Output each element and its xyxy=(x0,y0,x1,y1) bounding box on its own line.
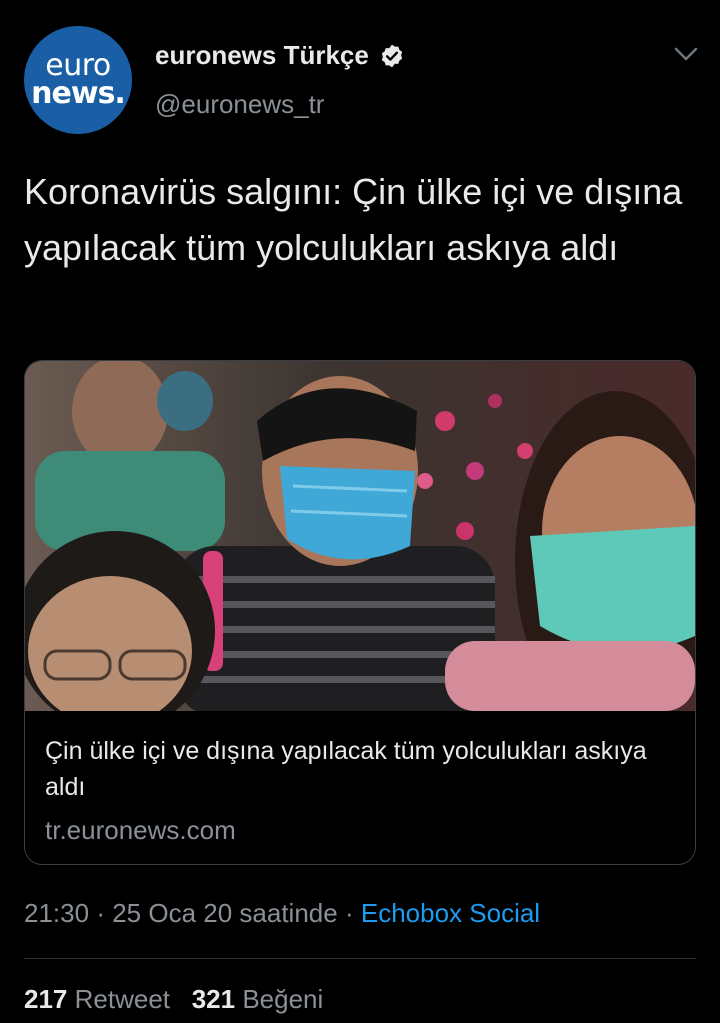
tweet-meta: 21:30 · 25 Oca 20 saatinde · Echobox Soc… xyxy=(24,898,540,929)
retweet-count: 217 xyxy=(24,984,68,1014)
display-name[interactable]: euronews Türkçe xyxy=(155,40,369,71)
tweet-time[interactable]: 21:30 xyxy=(24,898,89,928)
separator: · xyxy=(344,898,354,928)
card-image xyxy=(25,361,695,711)
separator: · xyxy=(96,898,105,928)
verified-badge-icon xyxy=(381,44,403,67)
retweet-label: Retweet xyxy=(74,984,171,1014)
divider xyxy=(24,958,696,959)
tweet-text: Koronavirüs salgını: Çin ülke içi ve dış… xyxy=(24,171,683,268)
card-domain: tr.euronews.com xyxy=(45,815,236,845)
link-card[interactable]: Çin ülke içi ve dışına yapılacak tüm yol… xyxy=(24,360,696,865)
handle[interactable]: @euronews_tr xyxy=(155,89,324,120)
avatar[interactable]: euro news. xyxy=(24,26,132,134)
tweet-date[interactable]: 25 Oca 20 saatinde xyxy=(112,898,338,928)
tweet-stats: 217 Retweet 321 Beğeni xyxy=(24,984,323,1015)
retweet-stat[interactable]: 217 Retweet xyxy=(24,984,170,1014)
chevron-down-icon[interactable] xyxy=(672,44,700,64)
like-stat[interactable]: 321 Beğeni xyxy=(192,984,324,1014)
like-count: 321 xyxy=(191,984,236,1014)
like-label: Beğeni xyxy=(242,984,324,1014)
name-row: euronews Türkçe xyxy=(155,40,405,71)
avatar-logo-line2: news. xyxy=(31,76,126,111)
card-title: Çin ülke içi ve dışına yapılacak tüm yol… xyxy=(45,737,647,801)
tweet-source-link[interactable]: Echobox Social xyxy=(361,898,540,928)
tweet-header: euro news. euronews Türkçe @euronews_tr xyxy=(0,0,720,150)
